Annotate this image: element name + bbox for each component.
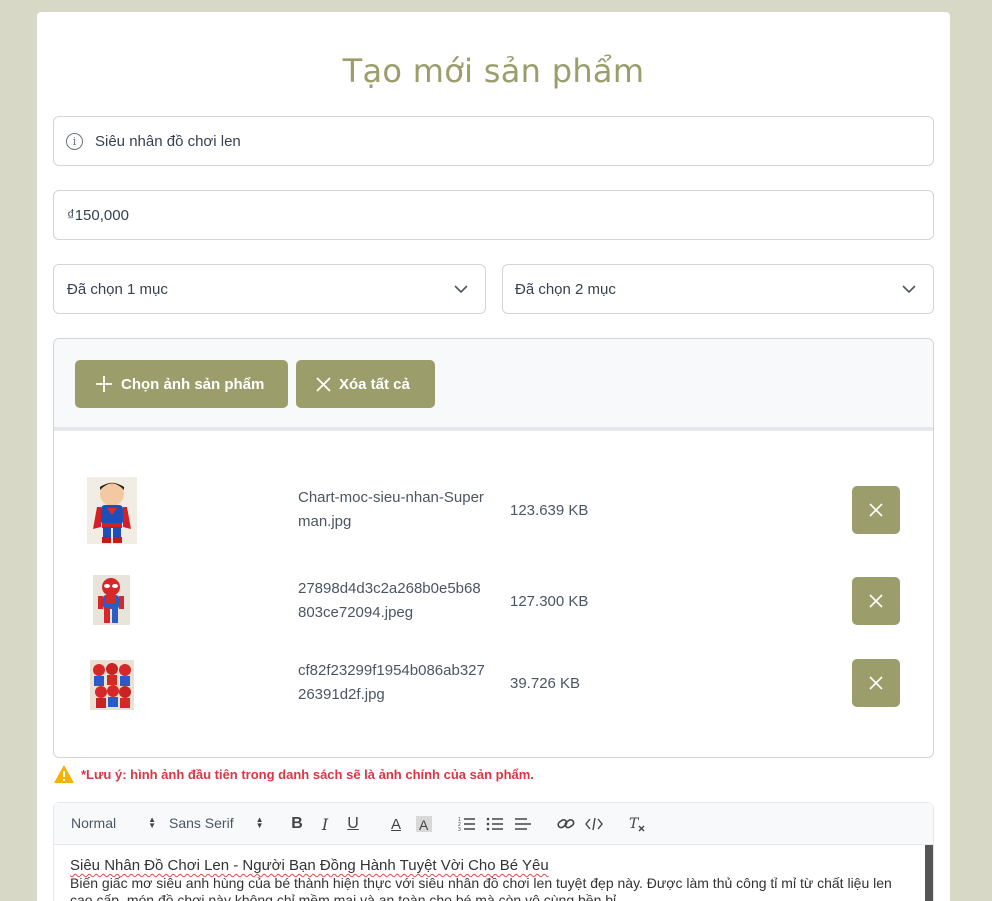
warning-icon <box>54 765 74 783</box>
chevron-down-icon <box>454 285 468 294</box>
description-editor: Normal ▲▼ Sans Serif ▲▼ B I U A A 123 <box>53 802 934 901</box>
svg-text:A: A <box>419 817 429 833</box>
chevron-down-icon <box>902 285 916 294</box>
image-note-text: *Lưu ý: hình ảnh đầu tiên trong danh sác… <box>81 766 534 782</box>
editor-content[interactable]: Siêu Nhân Đồ Chơi Len - Người Bạn Đồng H… <box>54 845 933 901</box>
close-icon <box>869 503 883 517</box>
file-size: 127.300 KB <box>510 593 589 610</box>
background-color-icon[interactable]: A <box>413 813 435 835</box>
font-select-value: Sans Serif <box>169 815 234 831</box>
clear-all-label: Xóa tất cả <box>339 375 410 393</box>
tag-select-value: Đã chọn 2 mục <box>515 280 616 298</box>
text-color-icon[interactable]: A <box>385 813 407 835</box>
file-row: cf82f23299f1954b086ab32726391d2f.jpg 39.… <box>54 647 933 719</box>
file-size: 123.639 KB <box>510 502 589 519</box>
select-arrows-icon: ▲ ▼ <box>255 815 264 830</box>
select-arrows-icon: ▲ ▼ <box>148 815 157 830</box>
page-title: Tạo mới sản phẩm <box>342 52 645 90</box>
svg-text:T: T <box>629 816 640 832</box>
font-select[interactable]: Sans Serif ▲ ▼ <box>169 815 264 831</box>
plus-icon <box>96 376 112 392</box>
close-icon <box>869 676 883 690</box>
remove-file-button[interactable] <box>852 659 900 707</box>
image-upload-panel: Chọn ảnh sản phẩm Xóa tất cả Chart-moc-s… <box>53 338 934 758</box>
content-body: Biến giấc mơ siêu anh hùng của bé thành … <box>70 875 892 901</box>
file-row: Chart-moc-sieu-nhan-Superman.jpg 123.639… <box>54 474 933 546</box>
align-icon[interactable] <box>512 813 534 835</box>
file-thumbnail <box>87 477 137 544</box>
price-value: ₫150,000 <box>67 206 129 224</box>
italic-icon[interactable]: I <box>314 813 336 835</box>
clear-all-button[interactable]: Xóa tất cả <box>296 360 435 408</box>
file-name: cf82f23299f1954b086ab32726391d2f.jpg <box>298 662 485 703</box>
upload-toolbar: Chọn ảnh sản phẩm Xóa tất cả <box>54 339 933 431</box>
clear-format-icon[interactable]: T <box>626 813 648 835</box>
file-size: 39.726 KB <box>510 675 581 692</box>
remove-file-button[interactable] <box>852 486 900 534</box>
code-icon[interactable] <box>583 813 605 835</box>
file-name: 27898d4d3c2a268b0e5b68803ce72094.jpeg <box>298 580 481 621</box>
close-icon <box>316 376 331 392</box>
choose-images-label: Chọn ảnh sản phẩm <box>121 375 265 393</box>
content-title: Siêu Nhân Đồ Chơi Len - Người Bạn Đồng H… <box>70 857 549 874</box>
choose-images-button[interactable]: Chọn ảnh sản phẩm <box>75 360 288 408</box>
link-icon[interactable] <box>555 813 577 835</box>
close-icon <box>869 594 883 608</box>
editor-scrollbar[interactable] <box>925 845 933 901</box>
file-thumbnail <box>90 660 134 710</box>
format-select[interactable]: Normal ▲ ▼ <box>71 815 156 831</box>
category-select[interactable]: Đã chọn 1 mục <box>53 264 486 314</box>
editor-toolbar: Normal ▲▼ Sans Serif ▲▼ B I U A A 123 <box>54 803 933 845</box>
price-field[interactable]: ₫150,000 <box>53 190 934 240</box>
bullet-list-icon[interactable] <box>484 813 506 835</box>
category-select-value: Đã chọn 1 mục <box>67 280 168 298</box>
tag-select[interactable]: Đã chọn 2 mục <box>502 264 934 314</box>
file-row: 27898d4d3c2a268b0e5b68803ce72094.jpeg 12… <box>54 565 933 637</box>
bold-icon[interactable]: B <box>286 813 308 835</box>
image-note: *Lưu ý: hình ảnh đầu tiên trong danh sác… <box>53 764 534 784</box>
underline-icon[interactable]: U <box>342 813 364 835</box>
product-form-card: Tạo mới sản phẩm i Siêu nhân đồ chơi len… <box>37 12 950 901</box>
product-name-field[interactable]: i Siêu nhân đồ chơi len <box>53 116 934 166</box>
product-name-value: Siêu nhân đồ chơi len <box>95 132 241 150</box>
remove-file-button[interactable] <box>852 577 900 625</box>
format-select-value: Normal <box>71 815 117 831</box>
file-thumbnail <box>93 575 130 625</box>
file-name: Chart-moc-sieu-nhan-Superman.jpg <box>298 489 484 530</box>
svg-text:3: 3 <box>458 827 461 832</box>
ordered-list-icon[interactable]: 123 <box>456 813 478 835</box>
info-icon: i <box>66 132 83 150</box>
